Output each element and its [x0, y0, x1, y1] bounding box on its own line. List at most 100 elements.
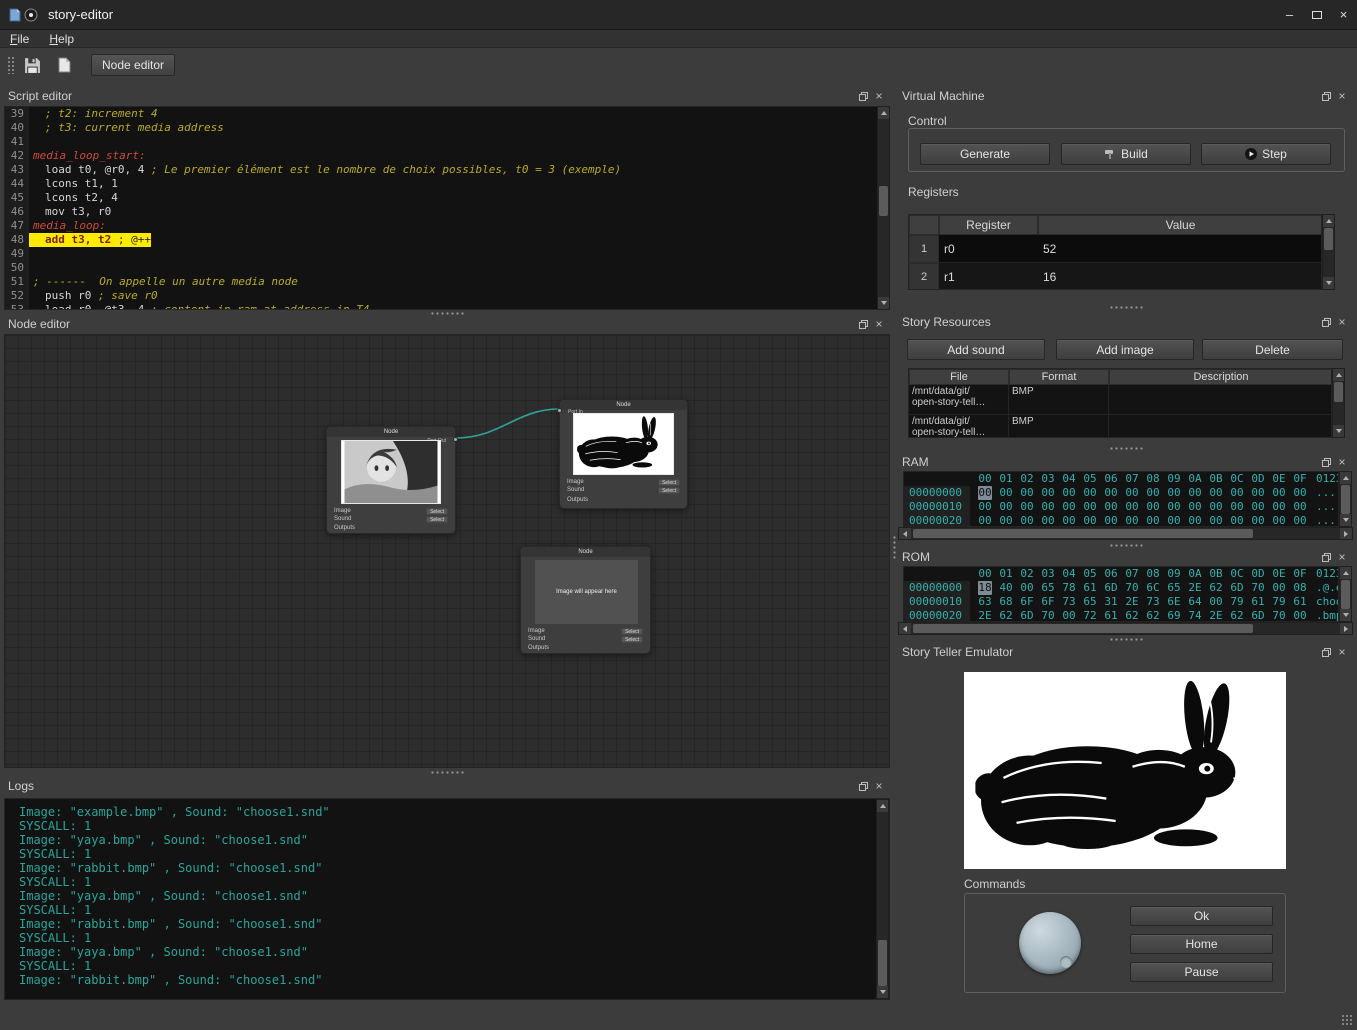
hex-byte[interactable]: 00 [1062, 500, 1076, 514]
code-line[interactable]: 53load r0, @t3, 4 ; content in ram at ad… [5, 303, 889, 310]
hex-byte[interactable]: 00 [1020, 500, 1034, 514]
scroll-thumb[interactable] [878, 940, 887, 986]
hex-byte[interactable]: 00 [1020, 486, 1034, 500]
ram-vscrollbar[interactable] [1339, 471, 1352, 527]
node-editor-toggle-button[interactable]: Node editor [91, 54, 175, 76]
file-cell[interactable]: /mnt/data/git/open-story-tell… [909, 385, 1009, 415]
minimize-button[interactable]: – [1276, 4, 1303, 26]
new-file-button[interactable] [51, 52, 77, 78]
command-knob[interactable] [1019, 912, 1081, 974]
code-line[interactable]: 51; ------ On appelle un autre media nod… [5, 275, 889, 289]
hex-byte[interactable]: 2E [1209, 609, 1223, 622]
hex-byte[interactable]: 00 [1188, 486, 1202, 500]
hex-byte[interactable]: 40 [999, 581, 1013, 595]
code-line[interactable]: 41 [5, 135, 889, 149]
script-code[interactable]: 39; t2: increment 440; t3: current media… [4, 106, 890, 310]
hex-byte[interactable]: 62 [1146, 609, 1160, 622]
resources-scrollbar[interactable] [1332, 368, 1345, 438]
rom-hex[interactable]: 000102030405060708090A0B0C0D0E0F01234567… [903, 566, 1339, 622]
hex-byte[interactable]: 63 [978, 595, 992, 609]
hex-byte[interactable]: 70 [1251, 581, 1265, 595]
hex-byte[interactable]: 61 [1104, 609, 1118, 622]
hex-byte[interactable]: 00 [999, 514, 1013, 527]
ok-button[interactable]: Ok [1130, 906, 1273, 926]
logs-content[interactable]: Image: "example.bmp" , Sound: "choose1.s… [4, 798, 890, 1000]
hex-byte[interactable]: 00 [1020, 581, 1034, 595]
save-button[interactable] [19, 52, 45, 78]
hex-byte[interactable]: 00 [1041, 514, 1055, 527]
scroll-up-button[interactable] [1323, 215, 1334, 227]
hex-byte[interactable]: 6E [1167, 595, 1181, 609]
scroll-down-button[interactable] [1333, 425, 1344, 437]
select-sound-button[interactable]: Select [426, 516, 448, 523]
hex-byte[interactable]: 00 [1209, 486, 1223, 500]
hex-byte[interactable]: 00 [1272, 514, 1286, 527]
script-editor-header[interactable]: Script editor × [4, 88, 890, 104]
hex-byte[interactable]: 00 [1083, 514, 1097, 527]
hex-byte[interactable]: 73 [1146, 595, 1160, 609]
scroll-thumb[interactable] [879, 186, 888, 216]
scroll-thumb[interactable] [913, 529, 1253, 538]
hex-byte[interactable]: 78 [1062, 581, 1076, 595]
registers-table[interactable]: RegisterValue1r0522r116 [908, 214, 1322, 290]
add-image-button[interactable]: Add image [1056, 339, 1194, 360]
hex-byte[interactable]: 62 [1209, 581, 1223, 595]
hex-byte[interactable]: 00 [1146, 500, 1160, 514]
file-cell[interactable]: /mnt/data/git/open-story-tell… [909, 415, 1009, 438]
float-panel-button[interactable] [856, 318, 870, 330]
code-line[interactable]: 42media_loop_start: [5, 149, 889, 163]
hex-byte[interactable]: 00 [1293, 486, 1307, 500]
hex-byte[interactable]: 74 [1188, 609, 1202, 622]
register-value-cell[interactable]: 52 [1038, 235, 1322, 263]
hex-byte[interactable]: 00 [999, 486, 1013, 500]
select-image-button[interactable]: Select [658, 479, 680, 486]
scroll-down-button[interactable] [1323, 277, 1334, 289]
resize-grip[interactable] [1341, 1014, 1354, 1027]
hex-byte[interactable]: 64 [1188, 595, 1202, 609]
media-node-2[interactable]: Node Port In Image Select Sound Select O… [559, 399, 688, 509]
column-header[interactable]: Value [1038, 215, 1322, 235]
scroll-down-button[interactable] [1340, 609, 1351, 621]
column-header[interactable]: Register [939, 215, 1038, 235]
scroll-left-button[interactable] [899, 528, 911, 539]
hex-byte[interactable]: 00 [999, 500, 1013, 514]
hex-byte[interactable]: 00 [1167, 486, 1181, 500]
hex-byte[interactable]: 62 [1230, 609, 1244, 622]
hex-byte[interactable]: 72 [1083, 609, 1097, 622]
hex-row[interactable]: 000000202E626D70007261626269742E626D7000… [904, 609, 1338, 622]
splitter-resources-ram[interactable] [898, 443, 1353, 454]
hex-byte[interactable]: 00 [1230, 486, 1244, 500]
hex-byte[interactable]: 6D [1230, 581, 1244, 595]
hex-byte[interactable]: 00 [1209, 500, 1223, 514]
format-cell[interactable]: BMP [1009, 415, 1109, 438]
hex-byte[interactable]: 6F [1020, 595, 1034, 609]
scroll-down-button[interactable] [1340, 514, 1351, 526]
hex-byte[interactable]: 6C [1146, 581, 1160, 595]
hex-byte[interactable]: 70 [1125, 581, 1139, 595]
scroll-down-button[interactable] [878, 297, 889, 309]
scroll-down-button[interactable] [877, 986, 888, 998]
hex-byte[interactable]: 00 [1062, 486, 1076, 500]
float-panel-button[interactable] [856, 780, 870, 792]
home-button[interactable]: Home [1130, 934, 1273, 954]
hex-byte[interactable]: 08 [1293, 581, 1307, 595]
hex-byte[interactable]: 00 [1251, 500, 1265, 514]
ram-hscrollbar[interactable] [898, 527, 1353, 540]
close-panel-button[interactable]: × [872, 780, 886, 792]
media-node-1[interactable]: Node Port Out Image Sel [326, 426, 456, 534]
description-cell[interactable] [1109, 415, 1332, 438]
hex-byte[interactable]: 31 [1104, 595, 1118, 609]
hex-byte[interactable]: 2E [1125, 595, 1139, 609]
hex-byte[interactable]: 00 [978, 514, 992, 527]
column-header[interactable]: Description [1109, 369, 1332, 385]
select-image-button[interactable]: Select [426, 508, 448, 515]
splitter-ram-rom[interactable] [898, 541, 1353, 549]
close-panel-button[interactable]: × [1335, 316, 1349, 328]
code-line[interactable]: 46mov t3, r0 [5, 205, 889, 219]
hex-byte[interactable]: 6D [1020, 609, 1034, 622]
rom-header[interactable]: ROM × [898, 549, 1353, 565]
select-sound-button[interactable]: Select [658, 487, 680, 494]
hex-byte[interactable]: 00 [1251, 486, 1265, 500]
media-node-3[interactable]: Node Image will appear here Image Select… [520, 546, 651, 654]
splitter-main-vertical[interactable] [890, 88, 898, 1005]
